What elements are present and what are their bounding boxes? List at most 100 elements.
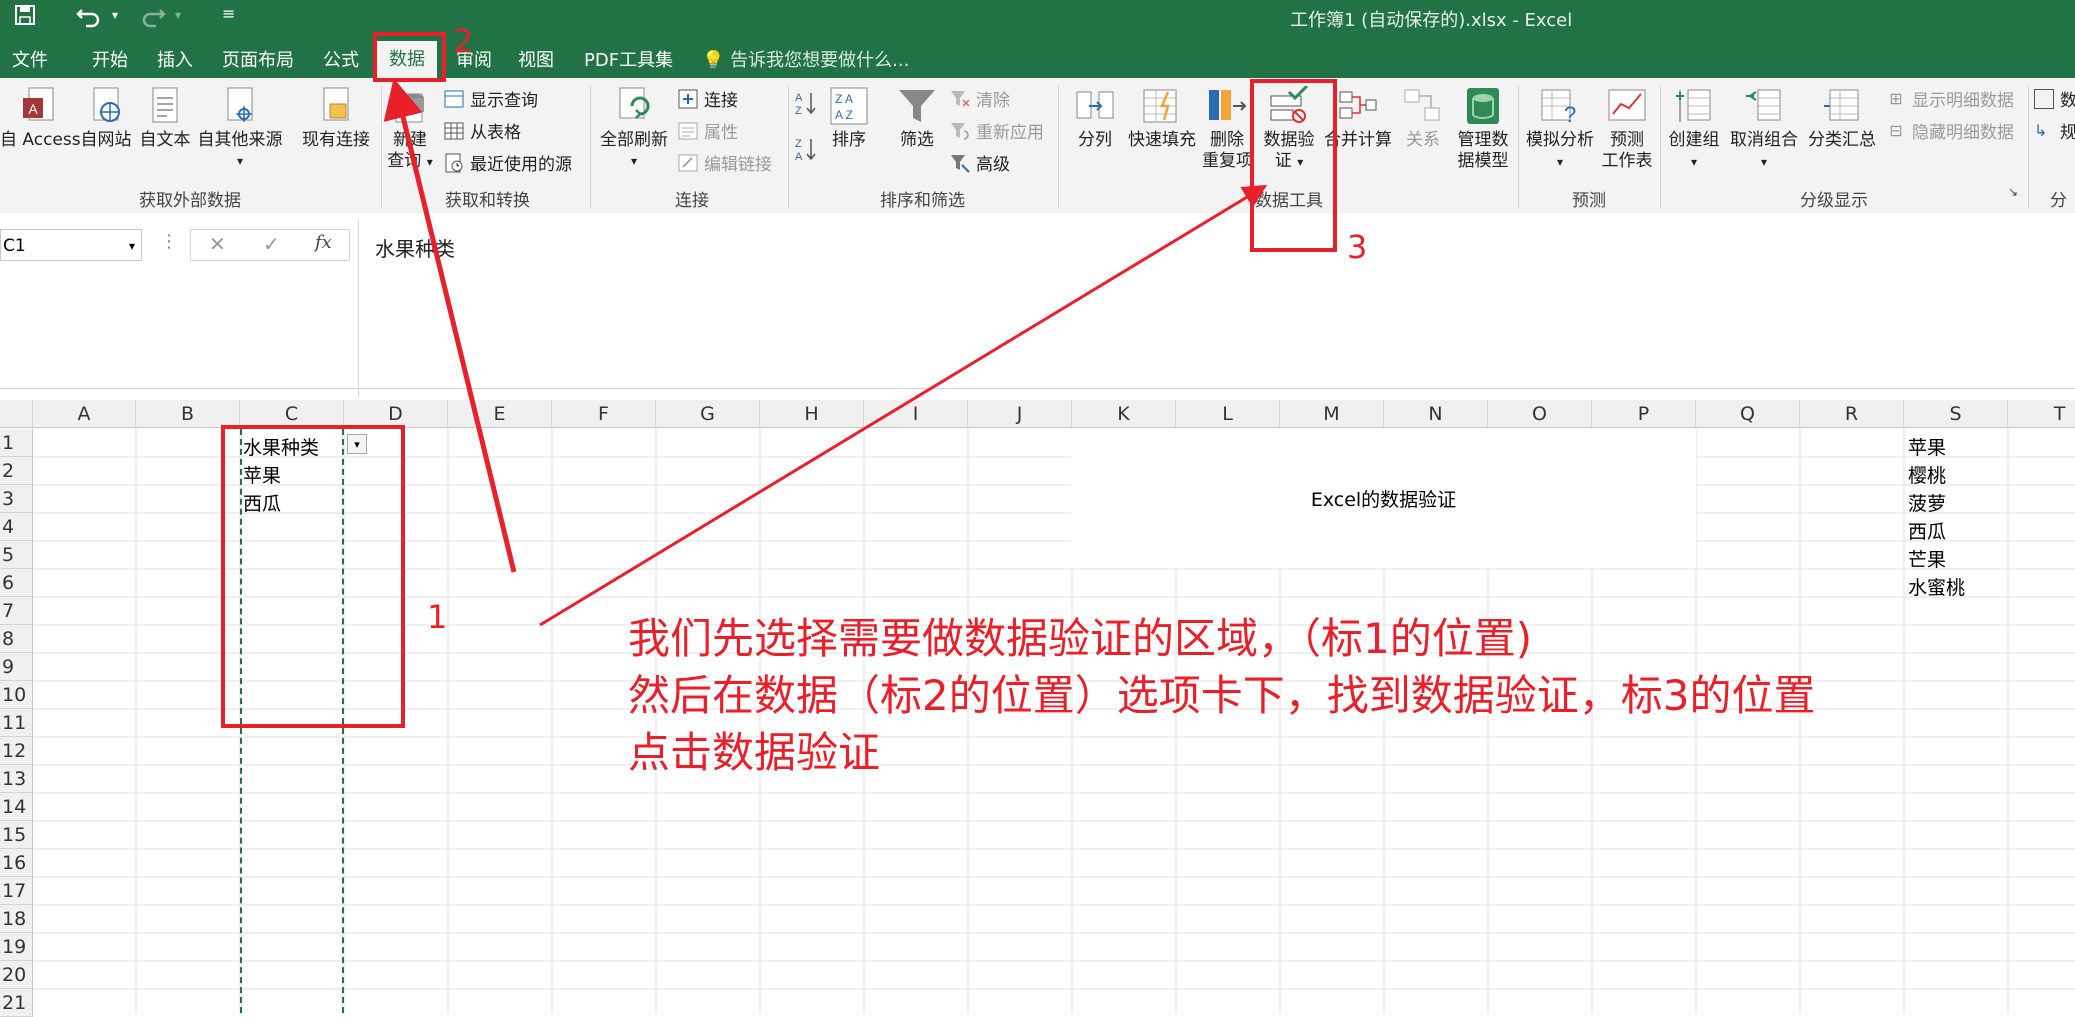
remove-duplicates-button[interactable]: 删除 重复项 — [1202, 86, 1253, 172]
clear-filter-button[interactable]: 清除 — [950, 86, 1010, 111]
insert-function-icon[interactable]: fx — [315, 232, 332, 253]
cell-s2[interactable]: 樱桃 — [1908, 461, 1946, 488]
from-table-button[interactable]: 从表格 — [444, 118, 521, 143]
row-header-18[interactable]: 18 — [0, 905, 33, 933]
from-access-button[interactable]: A 自 Access — [0, 86, 81, 151]
merged-cell-k1-p5[interactable]: Excel的数据验证 — [1071, 429, 1696, 568]
filter-button[interactable]: 筛选 — [892, 86, 942, 151]
column-header-n[interactable]: N — [1384, 400, 1488, 428]
row-header-10[interactable]: 10 — [0, 681, 33, 709]
from-web-button[interactable]: 自网站 — [76, 86, 136, 151]
advanced-filter-button[interactable]: 高级 — [950, 150, 1010, 175]
formula-options-icon[interactable]: ⋮ — [160, 231, 178, 252]
select-all-corner[interactable] — [0, 400, 33, 428]
customize-qat-icon[interactable]: ≡ — [222, 4, 235, 23]
group-button[interactable]: 创建组 ▾ — [1664, 86, 1724, 173]
row-header-9[interactable]: 9 — [0, 653, 33, 681]
from-other-sources-button[interactable]: 自其他来源 ▾ — [194, 86, 286, 172]
row-header-17[interactable]: 17 — [0, 877, 33, 905]
column-header-e[interactable]: E — [448, 400, 552, 428]
save-icon[interactable] — [14, 4, 36, 32]
tab-formulas[interactable]: 公式 — [323, 46, 359, 72]
tab-home[interactable]: 开始 — [92, 46, 128, 72]
outline-dialog-launcher-icon[interactable]: ↘ — [2008, 185, 2018, 199]
redo-dropdown-icon[interactable]: ▾ — [175, 8, 181, 22]
partial-button-a[interactable]: 数 — [2034, 86, 2075, 111]
column-header-m[interactable]: M — [1280, 400, 1384, 428]
ungroup-button[interactable]: 取消组合 ▾ — [1726, 86, 1802, 173]
column-header-j[interactable]: J — [968, 400, 1072, 428]
cell-s1[interactable]: 苹果 — [1908, 433, 1946, 460]
show-queries-button[interactable]: 显示查询 — [444, 86, 538, 111]
tab-file[interactable]: 文件 — [12, 46, 48, 72]
cell-s4[interactable]: 西瓜 — [1908, 517, 1946, 544]
row-header-19[interactable]: 19 — [0, 933, 33, 961]
what-if-analysis-button[interactable]: ? 模拟分析 ▾ — [1522, 86, 1598, 173]
column-header-t[interactable]: T — [2008, 400, 2075, 428]
tab-pdf-tools[interactable]: PDF工具集 — [584, 46, 673, 72]
connections-button[interactable]: 连接 — [678, 86, 738, 111]
row-header-8[interactable]: 8 — [0, 625, 33, 653]
tell-me-box[interactable]: 💡 告诉我您想要做什么... — [702, 46, 909, 72]
manage-data-model-button[interactable]: 管理数 据模型 — [1452, 86, 1514, 172]
row-header-20[interactable]: 20 — [0, 961, 33, 989]
row-header-5[interactable]: 5 — [0, 541, 33, 569]
column-header-f[interactable]: F — [552, 400, 656, 428]
row-header-7[interactable]: 7 — [0, 597, 33, 625]
row-header-4[interactable]: 4 — [0, 513, 33, 541]
formula-input[interactable]: 水果种类 — [358, 221, 2075, 397]
reapply-button[interactable]: 重新应用 — [950, 118, 1044, 143]
column-header-b[interactable]: B — [136, 400, 240, 428]
show-detail-button[interactable]: ⊞ 显示明细数据 — [1886, 86, 2014, 112]
undo-icon[interactable] — [76, 4, 102, 34]
column-header-k[interactable]: K — [1072, 400, 1176, 428]
cell-s3[interactable]: 菠萝 — [1908, 489, 1946, 516]
tab-view[interactable]: 视图 — [518, 46, 554, 72]
tab-page-layout[interactable]: 页面布局 — [222, 46, 294, 72]
column-header-p[interactable]: P — [1592, 400, 1696, 428]
relationships-button[interactable]: 关系 — [1398, 86, 1448, 151]
column-header-s[interactable]: S — [1904, 400, 2008, 428]
sort-button[interactable]: Z A A Z 排序 — [824, 86, 874, 151]
undo-dropdown-icon[interactable]: ▾ — [112, 8, 118, 22]
column-header-l[interactable]: L — [1176, 400, 1280, 428]
subtotal-button[interactable]: 分类汇总 — [1804, 86, 1880, 151]
cell-s6[interactable]: 水蜜桃 — [1908, 573, 1965, 600]
forecast-sheet-button[interactable]: 预测 工作表 — [1600, 86, 1654, 172]
name-box[interactable]: C1 ▾ — [0, 229, 142, 261]
row-header-3[interactable]: 3 — [0, 485, 33, 513]
existing-connections-button[interactable]: 现有连接 — [296, 86, 376, 151]
properties-button[interactable]: 属性 — [678, 118, 738, 143]
text-to-columns-button[interactable]: 分列 — [1066, 86, 1124, 151]
new-query-button[interactable]: 新建 查询 ▾ — [385, 86, 435, 173]
edit-links-button[interactable]: 编辑链接 — [678, 150, 772, 175]
hide-detail-button[interactable]: ⊟ 隐藏明细数据 — [1886, 118, 2014, 144]
sort-az-button[interactable]: AZ — [795, 90, 817, 116]
recent-sources-button[interactable]: 最近使用的源 — [444, 150, 572, 175]
tab-insert[interactable]: 插入 — [157, 46, 193, 72]
row-header-15[interactable]: 15 — [0, 821, 33, 849]
partial-button-b[interactable]: ↳ 规 — [2034, 118, 2075, 144]
name-box-dropdown-icon[interactable]: ▾ — [129, 230, 135, 262]
column-header-h[interactable]: H — [760, 400, 864, 428]
redo-icon[interactable] — [140, 4, 166, 34]
column-header-q[interactable]: Q — [1696, 400, 1800, 428]
row-header-14[interactable]: 14 — [0, 793, 33, 821]
refresh-all-button[interactable]: 全部刷新 ▾ — [597, 86, 671, 172]
row-header-11[interactable]: 11 — [0, 709, 33, 737]
enter-icon[interactable]: ✓ — [263, 232, 280, 256]
row-header-13[interactable]: 13 — [0, 765, 33, 793]
sort-za-button[interactable]: ZA — [795, 136, 817, 162]
cell-s5[interactable]: 芒果 — [1908, 545, 1946, 572]
column-header-a[interactable]: A — [33, 400, 136, 428]
row-header-16[interactable]: 16 — [0, 849, 33, 877]
row-header-12[interactable]: 12 — [0, 737, 33, 765]
cancel-icon[interactable]: ✕ — [209, 232, 226, 256]
column-header-d[interactable]: D — [344, 400, 448, 428]
from-text-button[interactable]: 自文本 — [136, 86, 194, 151]
row-header-6[interactable]: 6 — [0, 569, 33, 597]
column-header-o[interactable]: O — [1488, 400, 1592, 428]
flash-fill-button[interactable]: 快速填充 — [1124, 86, 1200, 151]
column-header-g[interactable]: G — [656, 400, 760, 428]
column-header-i[interactable]: I — [864, 400, 968, 428]
